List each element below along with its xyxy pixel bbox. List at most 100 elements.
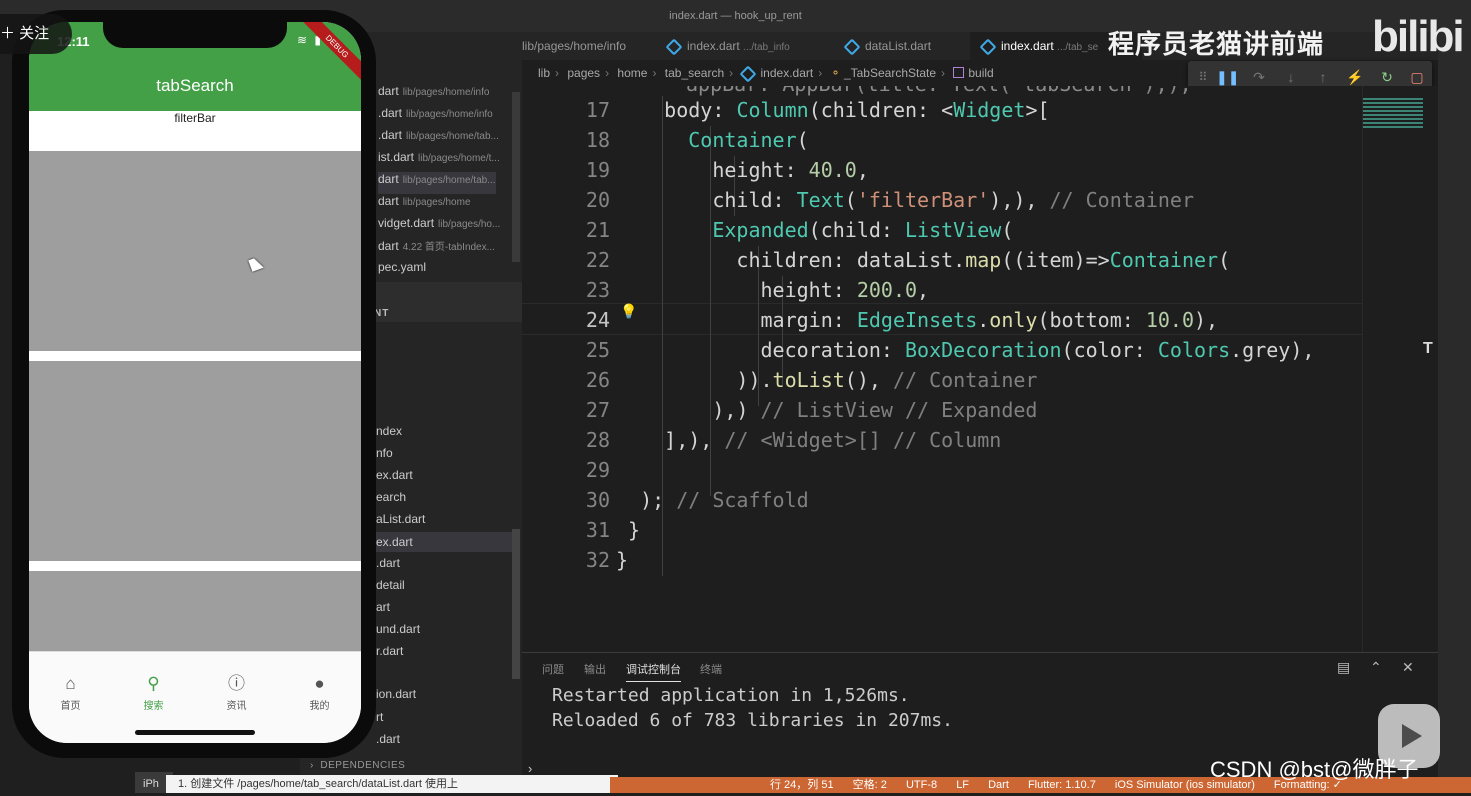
explorer-scrollbar[interactable] — [512, 529, 520, 679]
tree-item[interactable]: aList.dart — [376, 512, 425, 526]
dependencies-section[interactable]: › DEPENDENCIES — [310, 760, 405, 771]
tree-item[interactable]: ion.dart — [376, 687, 416, 701]
breadcrumb-item[interactable]: index.dart — [761, 66, 814, 80]
tree-item[interactable]: .dart — [376, 732, 400, 746]
breadcrumb-item[interactable]: pages — [567, 66, 600, 80]
open-editor-item[interactable]: dart lib/pages/home — [378, 194, 471, 216]
breadcrumb-item[interactable]: home — [617, 66, 647, 80]
code-line-25: decoration: BoxDecoration(color: Colors.… — [616, 338, 1315, 362]
breadcrumb-item[interactable]: build — [968, 66, 993, 80]
breadcrumb-item[interactable]: lib — [538, 66, 550, 80]
list-item-container — [29, 571, 361, 651]
home-indicator — [135, 730, 255, 735]
code-line-22: children: dataList.map((item)=>Container… — [616, 248, 1231, 272]
clear-console-icon[interactable]: ▤ — [1337, 659, 1350, 676]
bilibili-logo: bilibi — [1372, 12, 1465, 61]
tree-item[interactable]: nfo — [376, 446, 393, 460]
nav-item-home[interactable]: ⌂ 首页 — [29, 674, 112, 712]
info-icon: ⓘ — [228, 674, 245, 693]
code-line-partial: appBar: AppBar(title: Text('tabSearch'),… — [686, 86, 1192, 96]
line-number: 19 — [585, 158, 610, 182]
stop-icon[interactable]: ▢ — [1406, 67, 1428, 87]
account-icon: ● — [314, 674, 325, 693]
line-number: 18 — [585, 128, 610, 152]
code-line-21: Expanded(child: ListView( — [712, 218, 1014, 242]
filter-bar[interactable]: filterBar — [29, 111, 361, 151]
code-line-26: )).toList(), // Container — [616, 368, 1038, 392]
status-indent[interactable]: 空格: 2 — [853, 779, 887, 791]
search-icon: ⚲ — [147, 674, 160, 693]
open-editor-item[interactable]: pec.yaml — [378, 260, 426, 282]
tab-terminal[interactable]: 终端 — [700, 661, 722, 677]
maximize-panel-icon[interactable]: ⌃ — [1370, 659, 1382, 676]
code-line-28: ],), // <Widget>[] // Column — [616, 428, 1002, 452]
nav-item-profile[interactable]: ● 我的 — [278, 674, 361, 712]
tab-datalist[interactable]: dataList.dart — [840, 32, 931, 60]
tab-index-info[interactable]: index.dart .../tab_info — [664, 32, 790, 60]
open-editor-item[interactable]: ist.dart lib/pages/home/t... — [378, 150, 500, 172]
status-eol[interactable]: LF — [956, 779, 969, 791]
line-number: 32 — [585, 548, 610, 572]
window-title: index.dart — hook_up_rent — [669, 10, 802, 22]
nav-item-info[interactable]: ⓘ 资讯 — [195, 674, 278, 712]
status-cursor-position[interactable]: 行 24，列 51 — [770, 779, 834, 791]
open-editor-item[interactable]: dart lib/pages/home/info — [378, 84, 489, 106]
breadcrumb-item[interactable]: _TabSearchState — [844, 66, 936, 80]
app-bar: 12:11 ≋ ▮ DEBUG tabSearch — [29, 22, 361, 111]
explorer-section-label: NT — [374, 308, 390, 319]
hot-reload-icon[interactable]: ⚡ — [1344, 67, 1366, 87]
close-panel-icon[interactable]: ✕ — [1402, 659, 1414, 676]
line-number: 26 — [585, 368, 610, 392]
nav-item-search[interactable]: ⚲ 搜索 — [112, 674, 195, 712]
open-editor-item-active[interactable]: dart lib/pages/home/tab... — [378, 172, 496, 194]
open-editor-item[interactable]: dart 4.22 首页-tabIndex... — [378, 238, 495, 260]
tree-item[interactable]: ndex — [376, 424, 402, 438]
step-into-icon[interactable]: ↓ — [1280, 67, 1302, 87]
code-line-17: body: Column(children: <Widget>[ — [664, 98, 1050, 122]
list-item-container — [29, 361, 361, 561]
step-over-icon[interactable]: ↷ — [1248, 67, 1270, 87]
line-number: 23 — [585, 278, 610, 302]
tree-item[interactable]: art — [376, 600, 390, 614]
status-language[interactable]: Dart — [988, 779, 1009, 791]
tree-item[interactable]: und.dart — [376, 622, 420, 636]
tree-item[interactable]: .dart — [376, 556, 400, 570]
step-out-icon[interactable]: ↑ — [1312, 67, 1334, 87]
tab-debug-console[interactable]: 调试控制台 — [626, 661, 681, 682]
notification-toast[interactable]: 1. 创建文件 /pages/home/tab_search/dataList.… — [166, 775, 618, 793]
console-output-line: Restarted application in 1,526ms. — [552, 685, 910, 706]
method-symbol-icon — [953, 67, 965, 78]
open-editor-item[interactable]: vidget.dart lib/pages/ho... — [378, 216, 500, 238]
breadcrumb-item[interactable]: tab_search — [665, 66, 724, 80]
grey-list[interactable] — [29, 151, 361, 651]
tree-item[interactable]: r.dart — [376, 644, 403, 658]
status-flutter-version[interactable]: Flutter: 1.10.7 — [1028, 779, 1096, 791]
code-line-20: child: Text('filterBar'),), // Container — [616, 188, 1195, 212]
minimap[interactable]: T — [1362, 86, 1439, 652]
line-number: 25 — [585, 338, 610, 362]
tab-output[interactable]: 输出 — [584, 661, 606, 677]
code-line-30: ); // Scaffold — [616, 488, 809, 512]
pause-icon[interactable]: ❚❚ — [1216, 67, 1239, 87]
drag-handle-icon[interactable]: ⠿ — [1192, 67, 1214, 87]
tree-item-selected[interactable]: ex.dart — [376, 532, 516, 552]
phone-screen: 12:11 ≋ ▮ DEBUG tabSearch filterBar ⌂ 首页 … — [29, 22, 361, 743]
restart-icon[interactable]: ↻ — [1376, 67, 1398, 87]
phone-simulator: 12:11 ≋ ▮ DEBUG tabSearch filterBar ⌂ 首页 … — [12, 10, 376, 758]
tab-partial[interactable]: lib/pages/home/info — [522, 32, 626, 60]
follow-button[interactable]: ＋ 关注 — [0, 14, 72, 54]
tree-item[interactable]: ex.dart — [376, 468, 413, 482]
line-number: 22 — [585, 248, 610, 272]
status-encoding[interactable]: UTF-8 — [906, 779, 937, 791]
tree-item[interactable]: detail — [376, 578, 405, 592]
tab-problems[interactable]: 问题 — [542, 661, 564, 677]
tree-item[interactable]: earch — [376, 490, 406, 504]
line-number: 29 — [585, 458, 610, 482]
open-editors-scrollbar[interactable] — [512, 92, 520, 262]
list-item-container — [29, 151, 361, 351]
open-editor-item[interactable]: .dart lib/pages/home/info — [378, 106, 493, 128]
open-editor-item[interactable]: .dart lib/pages/home/tab... — [378, 128, 499, 150]
code-editor[interactable]: appBar: AppBar(title: Text('tabSearch'),… — [522, 86, 1362, 652]
tree-item[interactable]: rt — [376, 710, 383, 724]
console-prompt-chevron-icon: › — [528, 761, 533, 776]
